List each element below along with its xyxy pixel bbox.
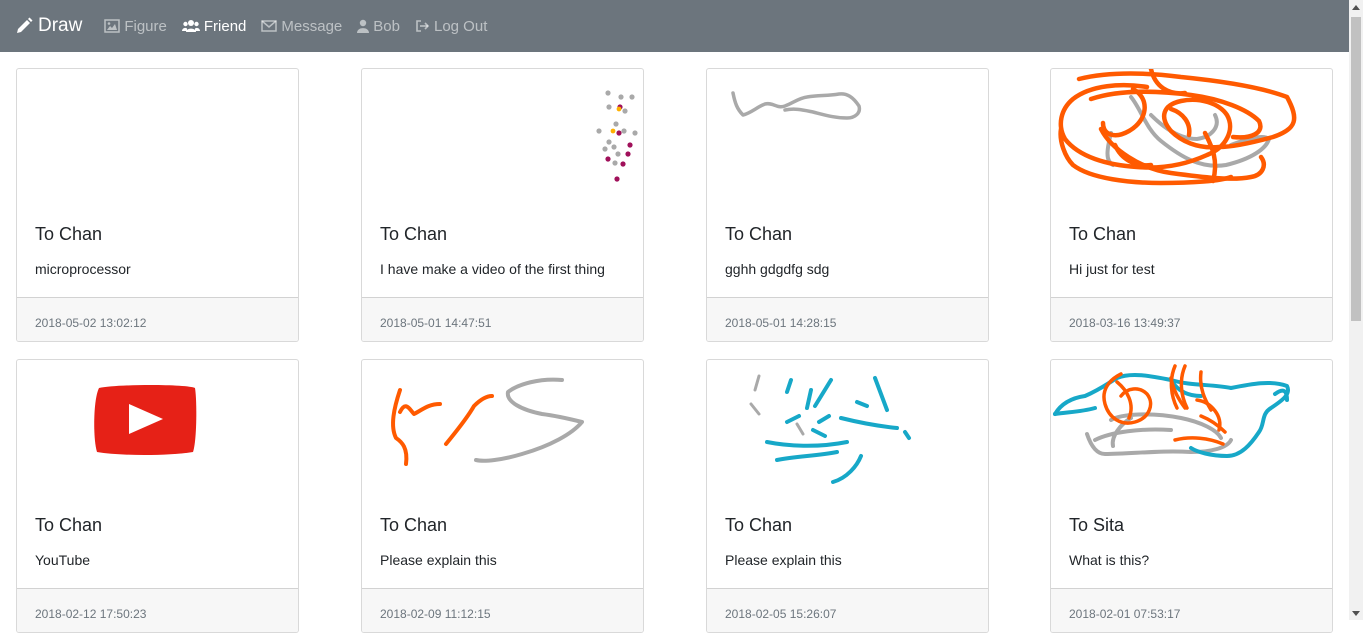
card-text: What is this?: [1069, 552, 1150, 568]
nav-logout[interactable]: Log Out: [415, 18, 487, 35]
user-icon: [357, 19, 370, 33]
drawing-canvas-dots: [596, 90, 638, 182]
card-text: gghh gdgdfg sdg: [725, 261, 830, 277]
card-title: To Chan: [1069, 224, 1137, 244]
drawing-card[interactable]: To Chan microprocessor 2018-05-02 13:02:…: [16, 68, 299, 342]
card-footer: 2018-05-01 14:28:15: [707, 297, 988, 341]
drawing-canvas-teal-strokes: [749, 374, 911, 484]
card-date: 2018-02-09 11:12:15: [380, 607, 491, 621]
card-text: Hi just for test: [1069, 261, 1155, 277]
card-title: To Chan: [725, 224, 793, 244]
card-date: 2018-02-01 07:53:17: [1069, 607, 1181, 621]
card-footer: 2018-05-01 14:47:51: [362, 297, 643, 341]
nav-logout-label: Log Out: [433, 17, 488, 35]
nav-friend-label: Friend: [203, 17, 247, 35]
nav-friend[interactable]: Friend: [181, 17, 247, 35]
navbar: Draw Figure Friend Message Bob Log Out: [0, 0, 1349, 52]
card-footer: 2018-02-09 11:12:15: [362, 588, 643, 632]
brand-link[interactable]: Draw: [15, 15, 82, 37]
drawing-canvas-grey-scribble: [731, 91, 862, 120]
drawing-card[interactable]: To Chan Please explain this 2018-02-09 1…: [361, 359, 644, 633]
drawing-canvas-teal-orange-scribble: [1053, 364, 1290, 458]
card-footer: 2018-02-05 15:26:07: [707, 588, 988, 632]
card-date: 2018-05-02 13:02:12: [35, 316, 147, 330]
nav-message[interactable]: Message: [261, 18, 342, 35]
card-title: To Chan: [35, 515, 103, 535]
card-title: To Chan: [35, 224, 103, 244]
card-footer: 2018-02-12 17:50:23: [17, 588, 298, 632]
card-footer: 2018-02-01 07:53:17: [1051, 588, 1332, 632]
drawing-canvas-blank: [17, 69, 299, 219]
scrollbar-thumb[interactable]: [1351, 17, 1361, 321]
drawing-card[interactable]: To Chan Hi just for test 2018-03-16 13:4…: [1050, 68, 1333, 342]
nav-figure[interactable]: Figure: [104, 18, 167, 35]
drawing-card[interactable]: To Sita What is this? 2018-02-01 07:53:1…: [1050, 359, 1333, 633]
card-date: 2018-03-16 13:49:37: [1069, 316, 1181, 330]
card-date: 2018-02-12 17:50:23: [35, 607, 147, 621]
card-text: YouTube: [35, 552, 91, 568]
card-text: I have make a video of the first thing: [380, 261, 605, 277]
card-date: 2018-02-05 15:26:07: [725, 607, 837, 621]
nav-user[interactable]: Bob: [357, 18, 400, 35]
page-scrollbar[interactable]: [1349, 0, 1363, 620]
drawing-canvas-orange-grey-strokes: [391, 377, 584, 466]
image-icon: [104, 19, 121, 33]
card-title: To Sita: [1069, 515, 1125, 535]
drawing-canvas-orange-scribble: [1058, 69, 1297, 186]
card-title: To Chan: [380, 515, 448, 535]
card-text: microprocessor: [35, 261, 131, 277]
pencil-icon: [17, 17, 33, 33]
sign-out-icon: [416, 20, 430, 32]
nav-user-label: Bob: [373, 17, 400, 35]
scroll-down-button[interactable]: [1349, 606, 1363, 620]
card-text: Please explain this: [380, 552, 497, 568]
scroll-up-button[interactable]: [1349, 0, 1363, 14]
nav-message-label: Message: [281, 17, 343, 35]
card-footer: 2018-05-02 13:02:12: [17, 297, 298, 341]
card-date: 2018-05-01 14:47:51: [380, 316, 492, 330]
brand-label: Draw: [38, 15, 83, 36]
drawing-card[interactable]: To Chan I have make a video of the first…: [361, 68, 644, 342]
card-footer: 2018-03-16 13:49:37: [1051, 297, 1332, 341]
envelope-icon: [261, 20, 278, 32]
caret-down-icon: [1352, 610, 1360, 616]
card-date: 2018-05-01 14:28:15: [725, 316, 837, 330]
drawing-card[interactable]: To Chan gghh gdgdfg sdg 2018-05-01 14:28…: [706, 68, 989, 342]
drawing-card[interactable]: To Chan YouTube 2018-02-12 17:50:23: [16, 359, 299, 633]
users-icon: [181, 20, 200, 32]
youtube-logo-drawing: [94, 385, 197, 455]
card-title: To Chan: [725, 515, 793, 535]
nav-figure-label: Figure: [124, 17, 167, 35]
drawing-card[interactable]: To Chan Please explain this 2018-02-05 1…: [706, 359, 989, 633]
card-title: To Chan: [380, 224, 448, 244]
card-text: Please explain this: [725, 552, 842, 568]
caret-up-icon: [1352, 4, 1360, 10]
